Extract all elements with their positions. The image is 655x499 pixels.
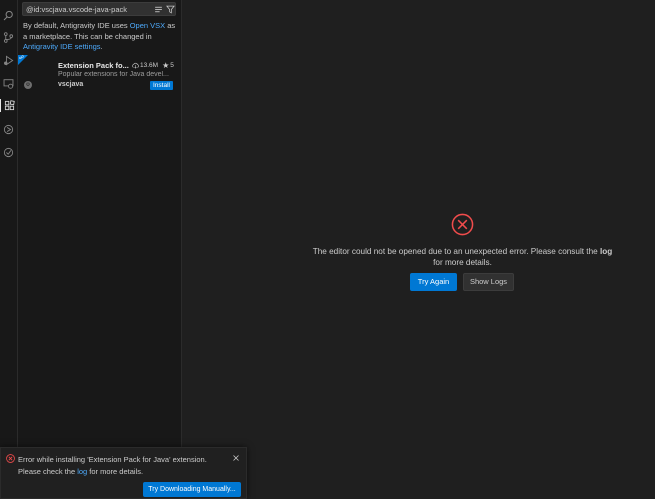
error-text: for more details. [433,258,492,267]
badge-icon: ☍ [19,55,25,61]
extensions-search-box [22,2,176,16]
error-icon [451,213,474,236]
extensions-sidebar: By default, Antigravity IDE uses Open VS… [18,0,182,499]
extension-name: Extension Pack fo... [58,61,129,70]
try-downloading-manually-button[interactable]: Try Downloading Manually... [143,482,241,497]
extensions-search-input[interactable] [26,3,146,15]
marketplace-notice: By default, Antigravity IDE uses Open VS… [23,21,178,53]
download-count: 13.6M [140,62,159,69]
run-debug-icon[interactable] [2,54,15,67]
extension-list-item[interactable]: ☍ ⚙ Extension Pack fo... 13.6M ★ 5 Popul… [18,55,181,91]
ide-settings-link[interactable]: Antigravity IDE settings [23,42,101,51]
notice-text: By default, Antigravity IDE uses [23,21,130,30]
notification-line: Please check the log for more details. [18,466,228,478]
timeline-icon[interactable] [2,123,15,136]
close-icon[interactable] [232,454,240,462]
star-icon: ★ [162,61,170,70]
try-again-button[interactable]: Try Again [410,273,457,291]
clear-filter-icon[interactable] [153,4,163,14]
activity-bar [0,0,18,499]
notice-text: . [100,42,103,51]
testing-icon[interactable] [2,146,15,159]
extensions-icon[interactable] [0,99,17,112]
editor-error-message: The editor could not be opened due to an… [310,246,615,268]
notification-text: Please check the [18,466,78,476]
log-link[interactable]: log [600,247,612,256]
filter-icon[interactable] [165,4,175,14]
error-notification: Error while installing 'Extension Pack f… [0,447,247,499]
notification-text: for more details. [87,466,144,476]
notification-message: Error while installing 'Extension Pack f… [18,454,228,477]
download-icon [132,62,139,69]
extension-publisher: vscjava [58,81,84,88]
show-logs-button[interactable]: Show Logs [463,273,514,291]
extension-avatar-icon: ⚙ [24,81,32,89]
search-icon[interactable] [2,9,15,22]
source-control-icon[interactable] [2,31,15,44]
notification-line: Error while installing 'Extension Pack f… [18,455,207,464]
notification-error-icon [6,454,15,463]
extension-stats: 13.6M ★ 5 [132,61,174,70]
error-text: The editor could not be opened due to an… [312,247,600,256]
install-button[interactable]: Install [150,81,173,90]
open-vsx-link[interactable]: Open VSX [130,21,165,30]
rating-value: 5 [170,62,174,69]
notification-log-link[interactable]: log [77,467,87,476]
extension-description: Popular extensions for Java devel... [58,71,169,78]
remote-explorer-icon[interactable] [2,77,15,90]
